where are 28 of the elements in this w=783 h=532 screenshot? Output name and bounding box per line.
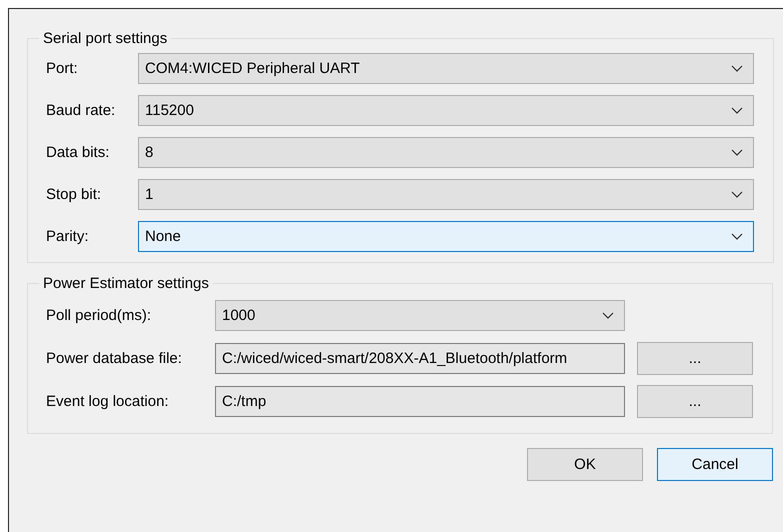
field-label: Data bits:: [46, 144, 110, 161]
chevron-down-icon: [731, 64, 743, 72]
input-field[interactable]: C:/wiced/wiced-smart/208XX-A1_Bluetooth/platform: [215, 343, 625, 374]
browse-button[interactable]: ...: [637, 342, 753, 375]
chevron-down-icon: [731, 190, 743, 198]
dropdown[interactable]: 115200: [138, 95, 754, 126]
dialog-button[interactable]: Cancel: [657, 448, 773, 481]
field-label: Event log location:: [46, 393, 170, 410]
dropdown[interactable]: 1000: [215, 300, 625, 331]
field-label: Stop bit:: [46, 186, 102, 203]
dialog-button[interactable]: OK: [527, 448, 643, 481]
chevron-down-icon: [731, 148, 743, 156]
dropdown[interactable]: 8: [138, 137, 754, 168]
chevron-down-icon: [731, 232, 743, 240]
group-title: Serial port settings: [42, 30, 168, 47]
dropdown[interactable]: COM4:WICED Peripheral UART: [138, 53, 754, 84]
group-title: Power Estimator settings: [42, 275, 210, 292]
chevron-down-icon: [602, 312, 614, 320]
field-label: Parity:: [46, 228, 90, 245]
dropdown[interactable]: 1: [138, 179, 754, 210]
field-label: Baud rate:: [46, 102, 116, 119]
browse-button[interactable]: ...: [637, 385, 753, 418]
input-field[interactable]: C:/tmp: [215, 386, 625, 417]
chevron-down-icon: [731, 106, 743, 114]
field-label: Port:: [46, 60, 79, 77]
field-label: Power database file:: [46, 350, 183, 367]
dropdown[interactable]: None: [138, 221, 754, 252]
field-label: Poll period(ms):: [46, 307, 152, 324]
